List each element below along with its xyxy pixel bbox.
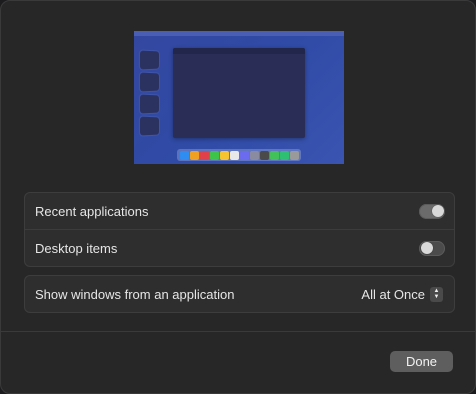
show-windows-value: All at Once (361, 286, 425, 302)
recent-applications-row: Recent applications (25, 193, 454, 229)
toggle-knob (420, 242, 433, 254)
preview-dock-app-icon (219, 150, 229, 160)
preview-dock-app-icon (289, 150, 299, 160)
preview-dock (177, 149, 301, 161)
chevron-down-icon: ▼ (433, 294, 440, 300)
show-windows-row: Show windows from an application All at … (25, 276, 454, 312)
done-button[interactable]: Done (390, 351, 453, 372)
show-windows-popup[interactable]: All at Once ▲ ▼ (361, 286, 443, 302)
up-down-chevron-icon: ▲ ▼ (430, 286, 443, 302)
recent-applications-label: Recent applications (35, 203, 149, 219)
preview-dock-app-icon (229, 150, 239, 160)
footer-divider (1, 331, 476, 332)
preview-dock-app-icon (199, 150, 209, 160)
preview-stage-thumbnail (139, 72, 160, 92)
preview-window-titlebar (173, 48, 305, 54)
preview-stage-thumbnail (139, 94, 160, 114)
toggle-knob (431, 205, 444, 217)
preview-dock-app-icon (249, 150, 259, 160)
preview-stage-thumbnail (139, 50, 160, 70)
stage-manager-preview-image (134, 31, 344, 164)
stage-manager-settings-sheet: Recent applications Desktop items Show w… (0, 0, 476, 394)
desktop-items-toggle[interactable] (419, 240, 445, 256)
recent-applications-toggle[interactable] (419, 203, 445, 219)
preview-dock-app-icon (269, 150, 279, 160)
preview-menu-bar (134, 31, 344, 36)
desktop-items-row: Desktop items (25, 229, 454, 266)
preview-dock-app-icon (259, 150, 269, 160)
desktop-items-label: Desktop items (35, 240, 118, 256)
options-group: Recent applications Desktop items (24, 192, 455, 267)
preview-active-window (173, 48, 305, 138)
show-windows-group: Show windows from an application All at … (24, 275, 455, 313)
preview-stage-thumbnail (139, 116, 160, 136)
preview-dock-app-icon (189, 150, 199, 160)
preview-dock-app-icon (209, 150, 219, 160)
preview-dock-app-icon (279, 150, 289, 160)
preview-dock-app-icon (239, 150, 249, 160)
preview-dock-app-icon (179, 150, 189, 160)
